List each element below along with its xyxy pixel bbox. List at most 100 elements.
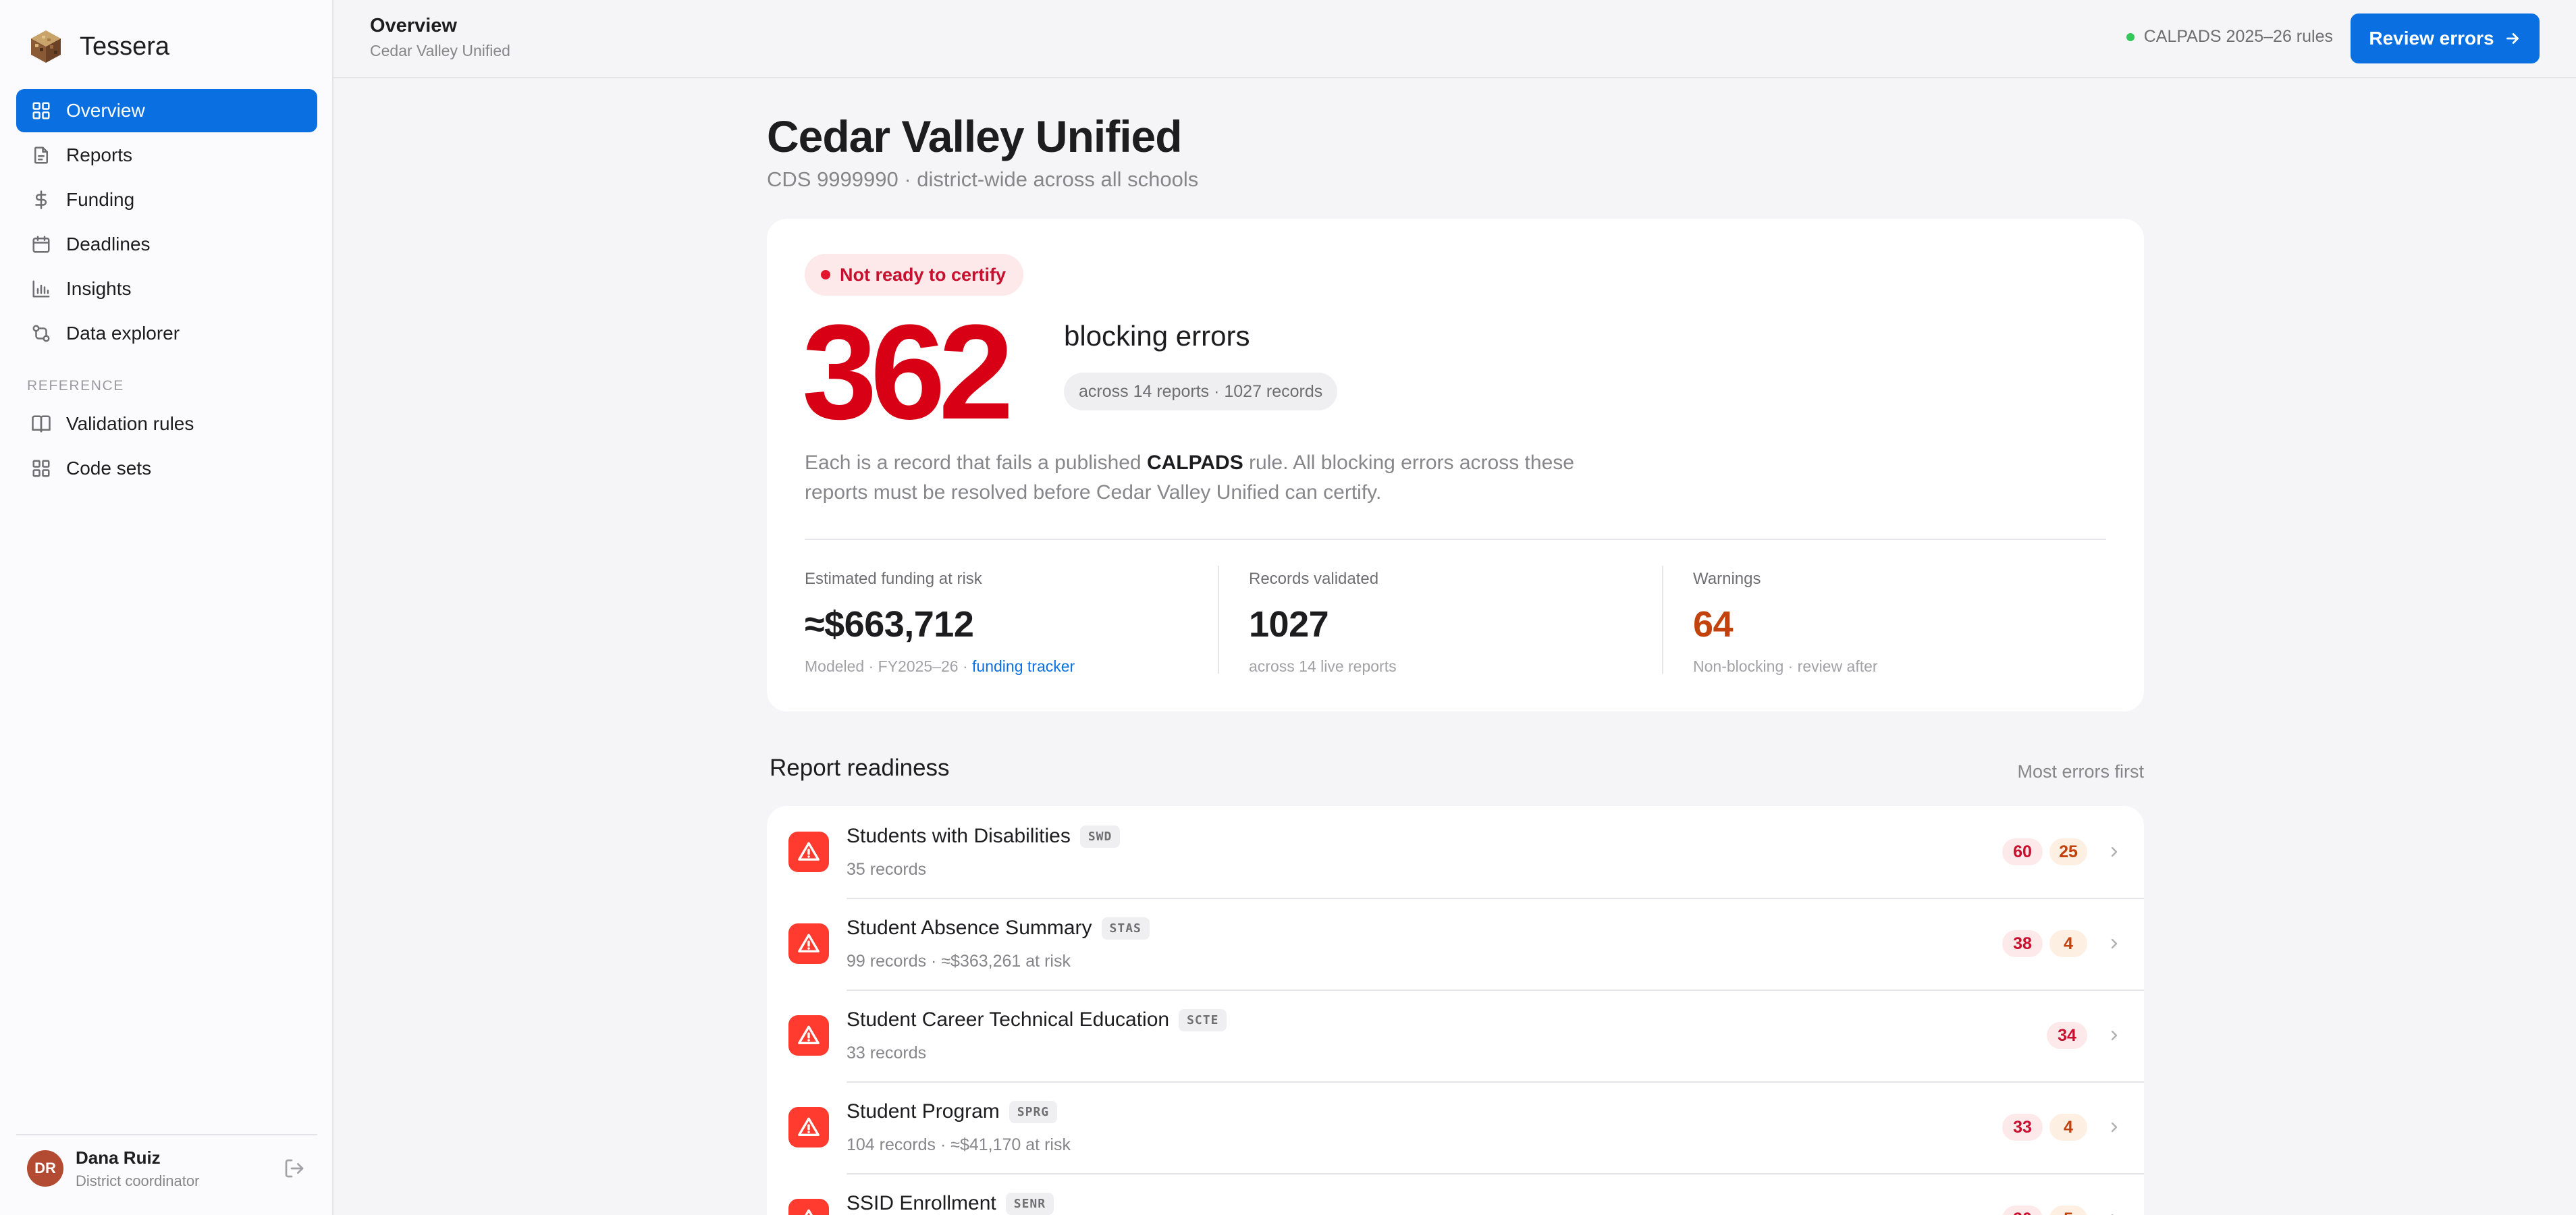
review-errors-label: Review errors xyxy=(2369,28,2494,49)
rules-label: CALPADS 2025–26 rules xyxy=(2143,27,2333,46)
blocking-errors-label: blocking errors xyxy=(1064,320,1250,352)
main-content: Cedar Valley Unified CDS 9999990 · distr… xyxy=(767,78,2144,1215)
report-title: Students with Disabilities xyxy=(847,825,1071,847)
warning-triangle-icon xyxy=(788,923,829,964)
review-errors-button[interactable]: Review errors xyxy=(2351,14,2540,63)
report-counts: 34 xyxy=(2047,1022,2122,1049)
funding-tracker-link[interactable]: funding tracker xyxy=(972,657,1075,675)
report-code: SCTE xyxy=(1179,1008,1227,1031)
desc-emphasis: CALPADS xyxy=(1146,452,1243,474)
report-meta: 104 records · ≈$41,170 at risk xyxy=(847,1135,1071,1154)
report-title: Student Program xyxy=(847,1100,1000,1123)
topbar: Overview Cedar Valley Unified CALPADS 20… xyxy=(333,0,2576,78)
status-dot-icon xyxy=(2126,32,2135,41)
hero-description: Each is a record that fails a published … xyxy=(805,448,1615,508)
table-row[interactable]: Students with Disabilities SWD 35 record… xyxy=(767,806,2144,898)
blocking-errors-detail: across 14 reports · 1027 records xyxy=(1064,373,1338,410)
warning-count-badge: 4 xyxy=(2049,930,2087,957)
report-meta: 33 records xyxy=(847,1044,927,1062)
sidebar-item-label: Reports xyxy=(66,144,133,165)
table-row[interactable]: SSID Enrollment SENR 30 5 xyxy=(767,1173,2144,1215)
primary-nav: Overview Reports Funding Deadlines Insig… xyxy=(16,89,317,491)
warning-triangle-icon xyxy=(788,1015,829,1056)
report-code: SENR xyxy=(1005,1192,1054,1215)
report-readiness-list: Students with Disabilities SWD 35 record… xyxy=(767,806,2144,1215)
district-subtitle: CDS 9999990 · district-wide across all s… xyxy=(767,167,1199,191)
stat-funding-at-risk: Estimated funding at risk ≈$663,712 Mode… xyxy=(805,566,1218,676)
sidebar-item-code-sets[interactable]: Code sets xyxy=(16,447,317,490)
report-counts: 30 5 xyxy=(2002,1206,2122,1215)
report-title: SSID Enrollment xyxy=(847,1192,996,1214)
stat-value: 1027 xyxy=(1249,604,1329,645)
avatar[interactable]: DR xyxy=(27,1150,63,1187)
user-profile: DR Dana Ruiz District coordinator xyxy=(16,1134,317,1202)
logout-button[interactable] xyxy=(281,1155,308,1182)
document-icon xyxy=(31,145,51,165)
sidebar-item-data-explorer[interactable]: Data explorer xyxy=(16,312,317,355)
table-row[interactable]: Student Absence Summary STAS 99 records … xyxy=(767,898,2144,990)
report-counts: 60 25 xyxy=(2002,838,2122,865)
error-count-badge: 33 xyxy=(2002,1114,2043,1141)
sidebar-item-label: Overview xyxy=(66,100,145,121)
stat-warnings: Warnings 64 Non-blocking · review after xyxy=(1662,566,2106,675)
page-title: Overview xyxy=(370,15,457,36)
nodes-icon xyxy=(31,323,51,344)
grid-icon xyxy=(31,458,51,479)
report-counts: 33 4 xyxy=(2002,1114,2122,1141)
table-row[interactable]: Student Program SPRG 104 records · ≈$41,… xyxy=(767,1081,2144,1173)
report-name: Student Absence Summary STAS xyxy=(847,917,1150,940)
district-title: Cedar Valley Unified xyxy=(767,111,1183,161)
chevron-right-icon xyxy=(2106,1119,2122,1135)
section-title: Report readiness xyxy=(770,755,950,781)
stat-label: Warnings xyxy=(1693,570,1761,588)
stat-note: Modeled · FY2025–26 · funding tracker xyxy=(805,657,1218,676)
report-counts: 38 4 xyxy=(2002,930,2122,957)
status-badge: Not ready to certify xyxy=(805,254,1024,296)
brand[interactable]: Tessera xyxy=(27,26,169,68)
sort-control[interactable]: Most errors first xyxy=(2017,761,2144,782)
stat-value: ≈$663,712 xyxy=(805,604,974,645)
report-readiness-header: Report readiness Most errors first xyxy=(767,755,2144,782)
bar-chart-icon xyxy=(31,279,51,299)
sidebar-item-label: Code sets xyxy=(66,458,152,479)
chevron-right-icon xyxy=(2106,936,2122,952)
error-count-badge: 60 xyxy=(2002,838,2043,865)
summary-stats: Estimated funding at risk ≈$663,712 Mode… xyxy=(805,566,2106,676)
dollar-icon xyxy=(31,190,51,210)
sidebar-item-insights[interactable]: Insights xyxy=(16,267,317,310)
stat-note-text: Modeled · FY2025–26 · xyxy=(805,657,973,675)
desc-text: Each is a record that fails a published xyxy=(805,452,1147,474)
report-name: Student Career Technical Education SCTE xyxy=(847,1008,1227,1031)
divider xyxy=(805,539,2106,540)
stat-note: Non-blocking · review after xyxy=(1693,657,1878,675)
cube-logo-icon xyxy=(31,30,61,63)
report-name: Student Program SPRG xyxy=(847,1100,1058,1123)
sidebar-item-label: Insights xyxy=(66,278,132,299)
sidebar-item-label: Funding xyxy=(66,189,135,210)
sidebar-item-deadlines[interactable]: Deadlines xyxy=(16,223,317,266)
arrow-right-icon xyxy=(2506,33,2519,44)
status-badge-label: Not ready to certify xyxy=(840,264,1007,285)
grid-icon xyxy=(31,101,51,121)
warning-count-badge: 25 xyxy=(2049,838,2087,865)
sidebar-item-funding[interactable]: Funding xyxy=(16,178,317,221)
stat-value: 64 xyxy=(1693,604,1734,645)
user-role: District coordinator xyxy=(76,1172,200,1189)
table-row[interactable]: Student Career Technical Education SCTE … xyxy=(767,990,2144,1081)
chevron-right-icon xyxy=(2106,844,2122,860)
sidebar: Tessera Overview Reports Funding Deadlin… xyxy=(0,0,333,1215)
rules-status: CALPADS 2025–26 rules xyxy=(2126,27,2333,47)
chevron-right-icon xyxy=(2106,1211,2122,1215)
chevron-right-icon xyxy=(2106,1027,2122,1044)
error-count-badge: 38 xyxy=(2002,930,2043,957)
warning-triangle-icon xyxy=(788,1199,829,1215)
sidebar-item-validation-rules[interactable]: Validation rules xyxy=(16,402,317,446)
stat-records-validated: Records validated 1027 across 14 live re… xyxy=(1218,566,1662,675)
breadcrumb: Cedar Valley Unified xyxy=(370,42,510,59)
stat-note: across 14 live reports xyxy=(1249,657,1397,675)
sidebar-item-reports[interactable]: Reports xyxy=(16,134,317,177)
warning-triangle-icon xyxy=(788,832,829,872)
sidebar-item-overview[interactable]: Overview xyxy=(16,89,317,132)
report-code: SPRG xyxy=(1009,1100,1058,1123)
app-name: Tessera xyxy=(80,32,170,61)
